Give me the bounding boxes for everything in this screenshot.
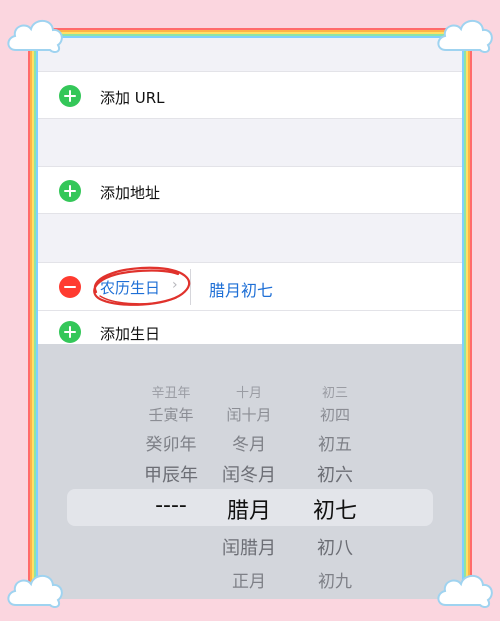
lunar-birthday-value[interactable]: 腊月初七: [209, 277, 273, 301]
rainbow-border-left: [28, 28, 38, 599]
section-gap: [38, 38, 462, 71]
add-url-label: 添加 URL: [100, 89, 165, 107]
picker-month-option[interactable]: 正月: [206, 567, 292, 592]
picker-month-option[interactable]: 闰十月: [206, 404, 292, 425]
hand-drawn-circle-annotation: [86, 262, 194, 310]
picker-day-option[interactable]: 初四: [300, 404, 370, 425]
remove-icon[interactable]: [59, 276, 81, 298]
decorative-frame: 添加 URL 添加地址 农历生日 › 腊月初七 添加生日 辛丑年 壬寅年 癸卯年…: [0, 0, 500, 621]
picker-month-selected[interactable]: 腊月: [206, 493, 292, 525]
picker-day-option[interactable]: 初六: [300, 461, 370, 487]
section-gap: [38, 214, 462, 262]
cloud-decoration: [4, 569, 66, 613]
picker-day-option[interactable]: 初九: [300, 567, 370, 592]
rainbow-border-top: [28, 28, 472, 38]
picker-day-option[interactable]: 初三: [300, 382, 370, 401]
contact-edit-screen: 添加 URL 添加地址 农历生日 › 腊月初七 添加生日 辛丑年 壬寅年 癸卯年…: [38, 38, 462, 599]
picker-month-option[interactable]: 十月: [206, 382, 292, 401]
add-icon[interactable]: [59, 321, 81, 343]
section-gap: [38, 119, 462, 166]
add-birthday-label: 添加生日: [100, 325, 161, 343]
add-address-row[interactable]: 添加地址: [38, 166, 462, 214]
picker-day-option[interactable]: 初五: [300, 430, 370, 455]
add-address-label: 添加地址: [100, 184, 161, 202]
add-icon[interactable]: [59, 85, 81, 107]
rainbow-border-right: [462, 28, 472, 599]
picker-month-option[interactable]: 闰腊月: [206, 534, 292, 560]
cloud-decoration: [434, 569, 496, 613]
add-birthday-row[interactable]: 添加生日: [38, 310, 462, 344]
add-icon[interactable]: [59, 180, 81, 202]
cloud-decoration: [434, 14, 496, 58]
picker-day-selected[interactable]: 初七: [300, 493, 370, 525]
lunar-date-picker[interactable]: 辛丑年 壬寅年 癸卯年 甲辰年 ---- 十月 闰十月 冬月 闰冬月 腊月 闰腊…: [38, 344, 462, 599]
cloud-decoration: [4, 14, 66, 58]
add-url-row[interactable]: 添加 URL: [38, 71, 462, 119]
picker-day-option[interactable]: 初八: [300, 534, 370, 560]
picker-month-option[interactable]: 闰冬月: [206, 461, 292, 487]
picker-month-option[interactable]: 冬月: [206, 430, 292, 455]
